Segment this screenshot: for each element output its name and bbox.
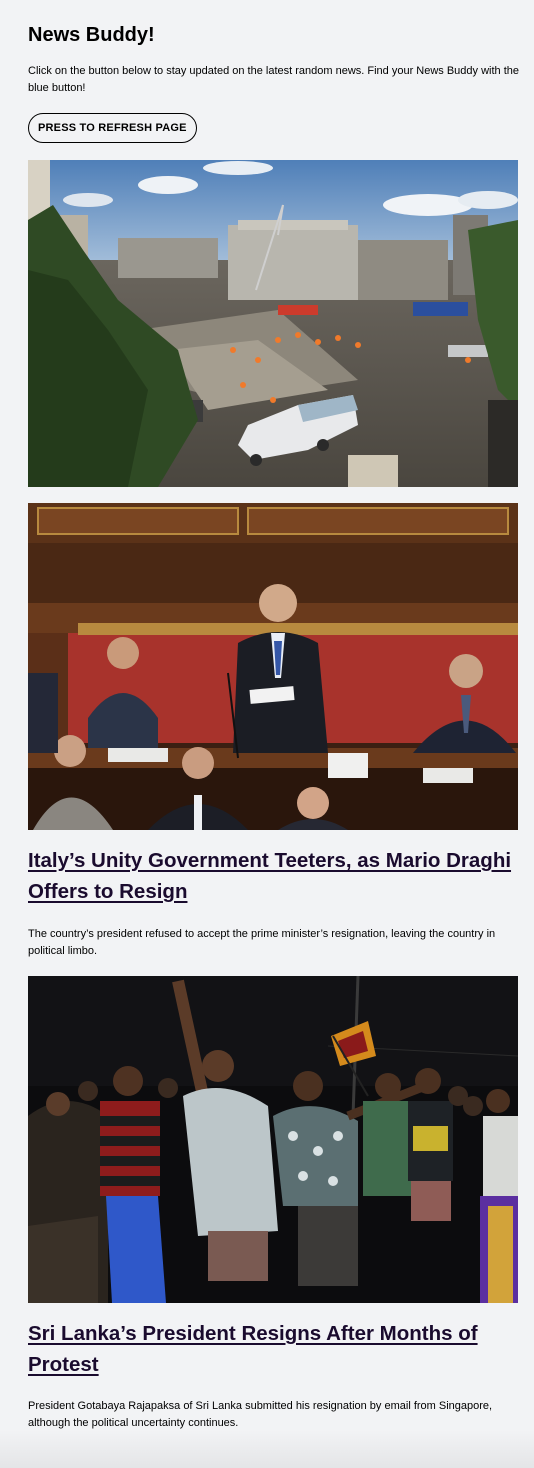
article-3-summary: President Gotabaya Rajapaksa of Sri Lank… bbox=[28, 1400, 493, 1429]
article-2-headline: Italy’s Unity Government Teeters, as Mar… bbox=[28, 845, 518, 907]
page-title: News Buddy! bbox=[28, 24, 155, 46]
news-page: News Buddy! Click on the button below to… bbox=[0, 0, 534, 1468]
article-3-headline: Sri Lanka’s President Resigns After Mont… bbox=[28, 1318, 518, 1380]
rubble-scene-image bbox=[28, 160, 518, 487]
article-2-summary: The country’s president refused to accep… bbox=[28, 928, 496, 957]
article-3-photo[interactable] bbox=[28, 976, 518, 1303]
refresh-page-button[interactable]: PRESS TO REFRESH PAGE bbox=[28, 113, 197, 143]
article-2-photo[interactable] bbox=[28, 503, 518, 830]
article-2-headline-link[interactable]: Italy’s Unity Government Teeters, as Mar… bbox=[28, 849, 511, 903]
article-3-headline-link[interactable]: Sri Lanka’s President Resigns After Mont… bbox=[28, 1322, 478, 1376]
intro-text: Click on the button below to stay update… bbox=[28, 65, 519, 94]
night-celebration-image bbox=[28, 976, 518, 1303]
article-1-photo[interactable] bbox=[28, 160, 518, 487]
senate-chamber-image bbox=[28, 503, 518, 830]
